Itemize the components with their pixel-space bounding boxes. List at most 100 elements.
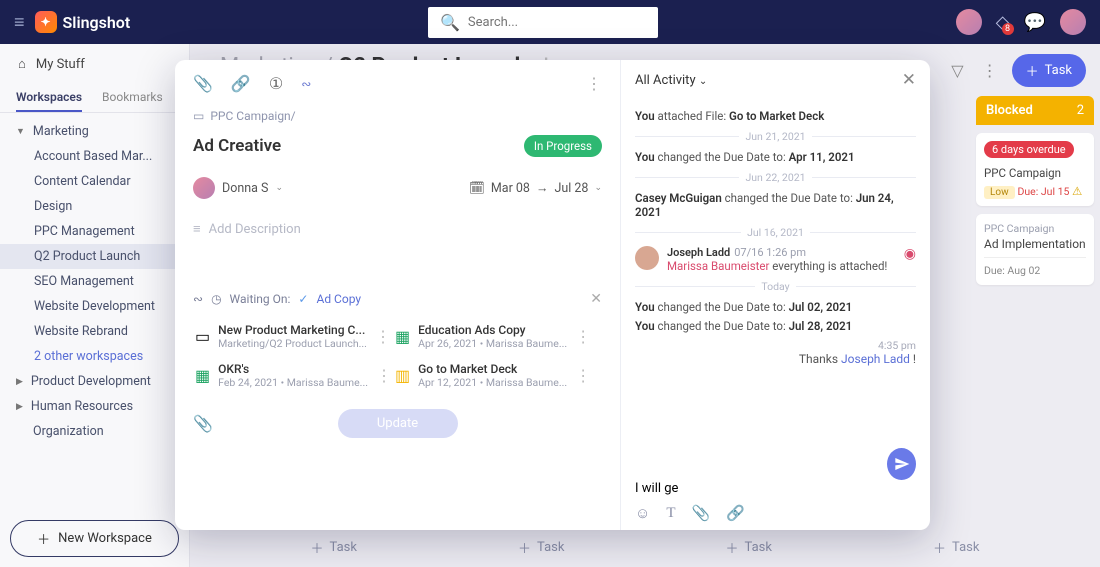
notifications-icon[interactable]: ◇8 [996, 12, 1010, 33]
tree-hr[interactable]: ▶Human Resources [0, 394, 189, 419]
attachment-icon[interactable]: 📎 [193, 74, 213, 93]
activity-filter[interactable]: All Activity ⌄ [635, 73, 707, 88]
plus-icon: ＋ [726, 538, 739, 557]
tab-bookmarks[interactable]: Bookmarks [102, 84, 163, 112]
overdue-badge: 6 days overdue [984, 141, 1074, 158]
more-icon[interactable]: ⋮ [575, 366, 591, 385]
assignee[interactable]: Donna S⌄ [193, 177, 283, 199]
date-separator: Today [635, 280, 916, 293]
avatar [635, 246, 659, 270]
calendar-icon: 🗓 [469, 181, 485, 196]
more-icon[interactable]: ⋮ [376, 366, 392, 385]
tree-item[interactable]: Website Development [0, 294, 189, 319]
discuss-icon: ▭ [195, 325, 210, 347]
description-input[interactable]: ≡Add Description [193, 221, 602, 237]
card-due: Due: Aug 02 [984, 264, 1086, 277]
tree-item[interactable]: Account Based Mar... [0, 144, 189, 169]
new-workspace-button[interactable]: ＋New Workspace [10, 520, 179, 557]
tree-org[interactable]: Organization [0, 419, 189, 444]
attachment-item[interactable]: ▦OKR'sFeb 24, 2021 • Marissa Baume...⋮ [193, 356, 383, 395]
filter-icon[interactable]: ▽ [947, 57, 967, 84]
attachment-item[interactable]: ▥Go to Market DeckApr 12, 2021 • Marissa… [393, 356, 583, 395]
priority-chip: Low [984, 186, 1015, 199]
activity-entry: You changed the Due Date to: Jul 28, 202… [635, 319, 916, 333]
mention-link[interactable]: Joseph Ladd [841, 352, 910, 366]
warning-icon: ⚠ [1072, 184, 1082, 198]
status-pill[interactable]: In Progress [524, 135, 602, 157]
tree-item[interactable]: Design [0, 194, 189, 219]
tree-item[interactable]: Website Rebrand [0, 319, 189, 344]
tree-item-active[interactable]: Q2 Product Launch [0, 244, 189, 269]
modal-right: All Activity ⌄ ✕ You attached File: Go t… [620, 60, 930, 530]
attachment-item[interactable]: ▭New Product Marketing C...Marketing/Q2 … [193, 317, 383, 356]
logo[interactable]: ✦ Slingshot [35, 11, 131, 33]
add-task-button[interactable]: ＋Task [726, 538, 772, 557]
add-task-button[interactable]: ＋Task [933, 538, 979, 557]
sidebar-tabs: Workspaces Bookmarks [0, 84, 189, 113]
tree-item[interactable]: PPC Management [0, 219, 189, 244]
new-task-button[interactable]: ＋Task [1012, 54, 1086, 87]
card-title: PPC Campaign [984, 166, 1086, 180]
tree-marketing[interactable]: ▼Marketing [0, 119, 189, 144]
task-card[interactable]: 6 days overdue PPC Campaign Low Due: Jul… [976, 133, 1094, 206]
date-range[interactable]: 🗓Mar 08→Jul 28⌄ [469, 181, 602, 196]
update-button[interactable]: Update [338, 409, 458, 438]
slide-icon: ▥ [395, 364, 410, 386]
search-input[interactable] [468, 15, 646, 30]
link-icon[interactable]: 🔗 [726, 504, 745, 522]
attachment-icon[interactable]: 📎 [193, 414, 213, 433]
due-label: Due: Jul 15 [1017, 185, 1072, 198]
more-icon[interactable]: ⋮ [586, 74, 602, 93]
dependency-icon: ∾ [193, 292, 203, 306]
activity-reply: 4:35 pm Thanks Joseph Ladd ! [635, 339, 916, 366]
more-icon[interactable]: ⋮ [978, 57, 1002, 84]
tree-item[interactable]: SEO Management [0, 269, 189, 294]
send-button[interactable] [887, 448, 916, 480]
dependency-icon[interactable]: ∾ [301, 77, 311, 91]
add-task-button[interactable]: ＋Task [518, 538, 564, 557]
task-card[interactable]: PPC Campaign Ad Implementation Due: Aug … [976, 214, 1094, 285]
sheet-icon: ▦ [195, 364, 210, 386]
seen-icon: ◉ [904, 246, 916, 273]
hamburger-icon[interactable]: ≡ [14, 12, 25, 33]
activity-entry: Casey McGuigan changed the Due Date to: … [635, 191, 916, 219]
task-title[interactable]: Ad Creative [193, 136, 281, 156]
plus-icon: ＋ [1026, 61, 1039, 80]
close-icon[interactable]: ✕ [902, 70, 916, 90]
add-task-button[interactable]: ＋Task [311, 538, 357, 557]
emoji-icon[interactable]: ☺ [635, 504, 650, 522]
tab-workspaces[interactable]: Workspaces [16, 84, 82, 112]
tree-other-workspaces[interactable]: 2 other workspaces [0, 344, 189, 369]
messages-icon[interactable]: 💬 [1024, 12, 1046, 33]
attachments: ▭New Product Marketing C...Marketing/Q2 … [193, 317, 602, 395]
link-icon[interactable]: 🔗 [231, 74, 251, 93]
more-icon[interactable]: ⋮ [375, 327, 391, 346]
more-icon[interactable]: ⋮ [575, 327, 591, 346]
attachment-icon[interactable]: 📎 [692, 504, 711, 522]
column-header-blocked[interactable]: Blocked2 [976, 96, 1094, 125]
remove-icon[interactable]: ✕ [590, 291, 602, 307]
tree-item[interactable]: Content Calendar [0, 169, 189, 194]
avatar-user[interactable] [1060, 9, 1086, 35]
avatar [193, 177, 215, 199]
modal-breadcrumb[interactable]: ▭PPC Campaign/ [193, 109, 602, 123]
sidebar-mystuff[interactable]: ⌂My Stuff [0, 44, 189, 84]
text-format-icon[interactable]: T [666, 505, 675, 522]
modal-left: 📎 🔗 ① ∾ ⋮ ▭PPC Campaign/ Ad Creative In … [175, 60, 620, 530]
logo-icon: ✦ [35, 11, 57, 33]
warning-icon[interactable]: ① [269, 74, 283, 93]
compose-input[interactable] [635, 475, 887, 502]
date-separator: Jun 22, 2021 [635, 171, 916, 184]
compose-toolbar: ☺ T 📎 🔗 [635, 504, 916, 522]
topbar-right: ◇8 💬 [956, 9, 1086, 35]
attachment-item[interactable]: ▦Education Ads CopyApr 26, 2021 • Mariss… [393, 317, 583, 356]
card-project: PPC Campaign [984, 222, 1086, 235]
tree-product[interactable]: ▶Product Development [0, 369, 189, 394]
search-box[interactable]: 🔍 [428, 7, 658, 38]
mystuff-label: My Stuff [36, 57, 85, 72]
activity-feed[interactable]: You attached File: Go to Market Deck Jun… [621, 100, 930, 464]
mention-link[interactable]: Marissa Baumeister [667, 259, 769, 273]
task-modal: 📎 🔗 ① ∾ ⋮ ▭PPC Campaign/ Ad Creative In … [175, 60, 930, 530]
waiting-item[interactable]: Ad Copy [316, 292, 361, 306]
avatar-assistant[interactable] [956, 9, 982, 35]
